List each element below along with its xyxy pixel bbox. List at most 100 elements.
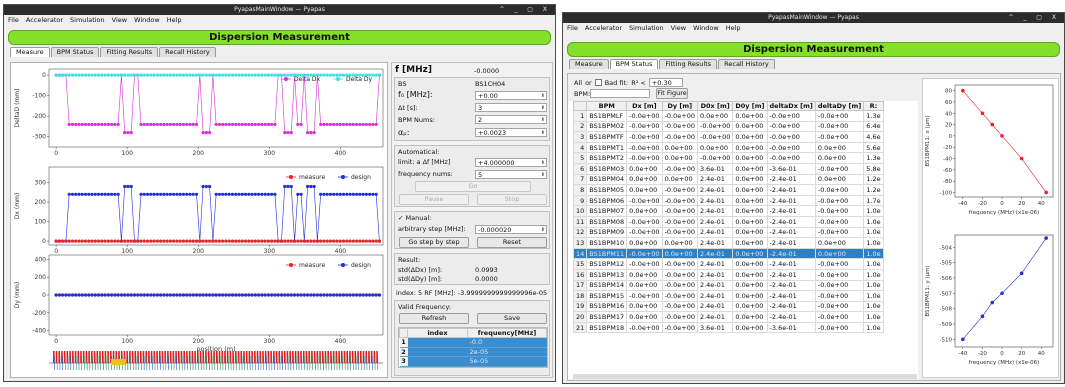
column-header[interactable]: [572, 101, 588, 111]
spin-arrows-icon[interactable]: ⬍: [541, 171, 545, 179]
tab-fitting-results[interactable]: Fitting Results: [100, 47, 159, 57]
menu-file[interactable]: File: [567, 23, 578, 34]
spin-arrows-icon[interactable]: ⬍: [541, 116, 545, 124]
table-row[interactable]: 2 2e-05: [399, 347, 547, 357]
menu-window[interactable]: Window: [134, 15, 160, 26]
menu-file[interactable]: File: [8, 15, 19, 26]
table-row[interactable]: 14 BS1BPM11 -0.0e+00 0.0e+00 2.4e-01 0.0e+00-…: [572, 247, 884, 260]
table-row[interactable]: 2 BS1BPM02 -0.0e+00 -0.0e+00 -0.0e+00 0.0e+00…: [572, 120, 884, 133]
horizontal-scrollbar[interactable]: [573, 374, 917, 379]
refresh-button[interactable]: Refresh: [399, 313, 469, 324]
menu-simulation[interactable]: Simulation: [70, 15, 105, 26]
spin-arrows-icon[interactable]: ⬍: [541, 159, 545, 167]
table-row[interactable]: 1 BS1BPMLF -0.0e+00 -0.0e+00 0.0e+00 0.0e+00-…: [572, 110, 884, 122]
bpm-table-container[interactable]: BPM Dx [m] Dy [m] D0x [m] D0y [m] deltaDx [m]…: [568, 101, 918, 379]
table-row[interactable]: 1 -0.0: [399, 337, 547, 348]
table-row[interactable]: 4 BS1BPMT1 -0.0e+00 0.0e+00 0.0e+00 0.0e+00 -0…: [572, 141, 884, 154]
table-row[interactable]: 20 BS1BPM17 0.0e+00 -0.0e+00 2.4e-01 0.0e+00-…: [572, 311, 884, 323]
delta-dx-point: [175, 122, 179, 127]
table-row[interactable]: 9 BS1BPM06 -0.0e+00 -0.0e+00 2.4e-01 0.0e+00-…: [572, 194, 884, 207]
table-row[interactable]: 10 BS1BPM07 0.0e+00 -0.0e+00 2.4e-01 0.0e+00-…: [572, 205, 884, 217]
quadrupole-magnet: [230, 356, 232, 370]
limit-input[interactable]: +4.000000 ⬍: [475, 158, 547, 167]
column-header[interactable]: deltaDx [m]: [766, 101, 816, 111]
menu-accelerator[interactable]: Accelerator: [585, 23, 622, 34]
valid-frequency-table[interactable]: index frequency[MHz] 1 -0.0 2 2e-05 3 5e…: [398, 327, 548, 368]
menu-accelerator[interactable]: Accelerator: [26, 15, 63, 26]
bpm-table[interactable]: BPM Dx [m] Dy [m] D0x [m] D0y [m] deltaDx [m]…: [572, 101, 884, 334]
table-row[interactable]: 13 BS1BPM10 0.0e+00 0.0e+00 2.4e-01 0.0e+00 -2…: [572, 237, 884, 249]
table-row[interactable]: 6 BS1BPM03 0.0e+00 -0.0e+00 3.6e-01 0.0e+00 -3…: [572, 162, 884, 175]
measure-point: [257, 239, 261, 243]
tab-recall-history[interactable]: Recall History: [159, 47, 216, 57]
go-button[interactable]: Go: [415, 181, 531, 192]
menu-simulation[interactable]: Simulation: [629, 23, 664, 34]
save-button[interactable]: Save: [477, 313, 547, 324]
table-row[interactable]: 8 BS1BPM05 0.0e+00 -0.0e+00 2.4e-01 0.0e+00 -2…: [572, 184, 884, 196]
menu-help[interactable]: Help: [726, 23, 741, 34]
window-controls[interactable]: ^ _ ▢ X: [1008, 13, 1060, 23]
arb-step-input[interactable]: -0.000020 ⬍: [475, 225, 547, 234]
alpha-p-input[interactable]: +0.0023 ⬍: [475, 128, 547, 137]
table-row[interactable]: 15 BS1BPM12 -0.0e+00 -0.0e+00 2.4e-01 0.0e+00…: [572, 258, 884, 270]
manual-checkbox[interactable]: ✓ Manual:: [398, 214, 431, 222]
design-point: [266, 293, 271, 297]
menu-view[interactable]: View: [112, 15, 127, 26]
quadrupole-magnet: [344, 356, 346, 370]
measure-point: [273, 239, 277, 243]
delta-dx-point: [106, 122, 110, 127]
design-point: [178, 192, 182, 196]
bpm-search-input[interactable]: [590, 89, 650, 98]
tab-measure[interactable]: Measure: [569, 59, 609, 69]
table-cell: BS1BPM02: [586, 120, 628, 133]
tab-recall-history[interactable]: Recall History: [718, 59, 775, 69]
freq-nums-input[interactable]: 5 ⬍: [475, 170, 547, 179]
fit-figure-button[interactable]: Fit Figure: [656, 88, 688, 99]
y-tick-label: 0: [42, 72, 46, 79]
stop-button[interactable]: Stop: [477, 194, 547, 205]
table-row[interactable]: 5 BS1BPMT2 -0.0e+00 0.0e+00 -0.0e+00 0.0e+00-…: [572, 152, 884, 164]
table-cell: 0.0e+00: [732, 215, 768, 228]
column-header[interactable]: Dy [m]: [661, 101, 698, 111]
r2-input[interactable]: +0.30: [648, 78, 683, 87]
go-step-button[interactable]: Go step by step: [399, 237, 469, 248]
spin-arrows-icon[interactable]: ⬍: [541, 226, 545, 234]
spin-arrows-icon[interactable]: ⬍: [541, 92, 545, 100]
window-controls[interactable]: ^ _ ▢ X: [499, 5, 551, 15]
table-row[interactable]: 17 BS1BPM14 0.0e+00 -0.0e+00 2.4e-01 0.0e+00-…: [572, 279, 884, 292]
table-row[interactable]: 7 BS1BPM04 0.0e+00 0.0e+00 2.4e-01 0.0e+00 -2.…: [572, 173, 884, 186]
column-header[interactable]: Dx [m]: [626, 101, 663, 111]
column-header[interactable]: R:: [863, 101, 884, 111]
column-header[interactable]: deltaDy [m]: [814, 101, 865, 111]
pause-button[interactable]: Pause: [399, 194, 469, 205]
table-row[interactable]: 21 BS1BPM18 -0.0e+00 -0.0e+00 3.6e-01 0.0e+00…: [572, 321, 884, 334]
badfit-checkbox[interactable]: [594, 79, 602, 86]
tab-bpm-status[interactable]: BPM Status: [609, 59, 659, 69]
column-header[interactable]: D0y [m]: [732, 101, 768, 111]
all-label[interactable]: All: [574, 79, 582, 87]
tab-fitting-results[interactable]: Fitting Results: [659, 59, 718, 69]
column-header[interactable]: D0x [m]: [696, 101, 734, 111]
delta-dy-point: [64, 73, 68, 77]
tab-bpm-status[interactable]: BPM Status: [50, 47, 100, 57]
reset-button[interactable]: Reset: [477, 237, 547, 248]
menu-help[interactable]: Help: [167, 15, 182, 26]
table-cell: -0.0e+00: [661, 194, 698, 207]
table-row[interactable]: 3 5e-05: [399, 356, 547, 367]
f0-input[interactable]: +0.00 ⬍: [475, 91, 547, 100]
menu-window[interactable]: Window: [693, 23, 719, 34]
dt-input[interactable]: 3 ⬍: [475, 103, 547, 112]
column-header[interactable]: BPM: [586, 101, 628, 111]
table-row[interactable]: 11 BS1BPM08 -0.0e+00 -0.0e+00 2.4e-01 0.0e+00…: [572, 215, 884, 228]
bpm-nums-input[interactable]: 2 ⬍: [475, 115, 547, 124]
spin-arrows-icon[interactable]: ⬍: [541, 129, 545, 137]
delta-dx-point: [103, 122, 107, 127]
table-row[interactable]: 19 BS1BPM16 0.0e+00 -0.0e+00 2.4e-01 0.0e+00-…: [572, 300, 884, 313]
tab-measure[interactable]: Measure: [10, 47, 50, 57]
table-row[interactable]: 16 BS1BPM13 0.0e+00 -0.0e+00 2.4e-01 0.0e+00-…: [572, 268, 884, 281]
table-row[interactable]: 18 BS1BPM15 -0.0e+00 -0.0e+00 2.4e-01 0.0e+00…: [572, 290, 884, 302]
table-row[interactable]: 12 BS1BPM09 -0.0e+00 -0.0e+00 2.4e-01 0.0e+00…: [572, 226, 884, 239]
spin-arrows-icon[interactable]: ⬍: [541, 104, 545, 112]
menu-view[interactable]: View: [671, 23, 686, 34]
table-row[interactable]: 3 BS1BPMTF -0.0e+00 -0.0e+00 -0.0e+00 0.0e+00…: [572, 131, 884, 143]
